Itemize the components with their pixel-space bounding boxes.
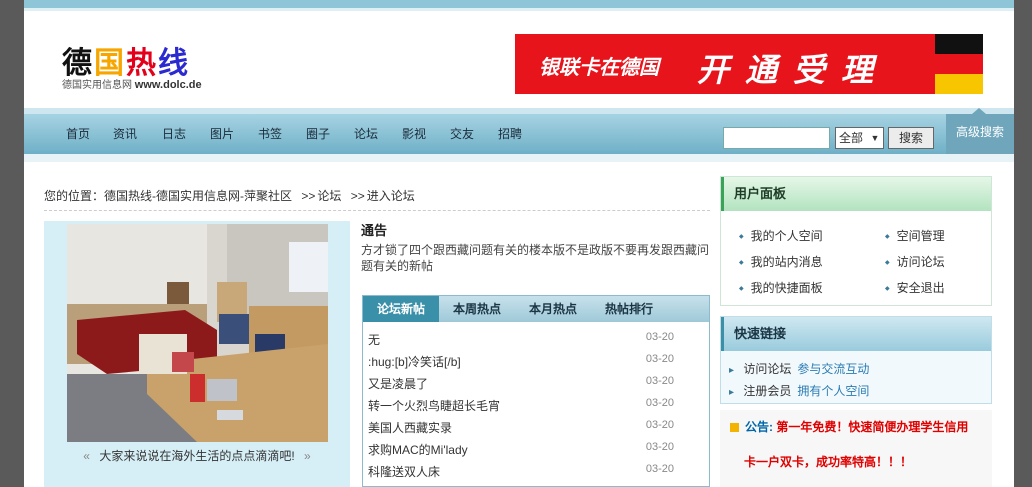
quick-links-panel: 快速链接 访问论坛参与交流互动 注册会员拥有个人空间 <box>720 316 992 404</box>
nav-item-friends[interactable]: 交友 <box>450 125 474 142</box>
tab-hot-ranking[interactable]: 热帖排行 <box>591 296 667 322</box>
search-input[interactable] <box>723 127 830 149</box>
logo-tagline: 德国实用信息网 www.dolc.de <box>62 76 202 91</box>
quick-link-row[interactable]: 访问论坛参与交流互动 <box>729 360 869 377</box>
announcement-line-1: 公告: 第一年免费！快速简便办理学生信用 <box>730 418 968 435</box>
quick-link-label[interactable]: 访问论坛 <box>743 362 791 376</box>
post-row[interactable]: 转一个火烈鸟睫超长毛宵 03-20 <box>368 397 704 419</box>
page: 德国热线 德国实用信息网 www.dolc.de 银联卡在德国 开通受理 首页 … <box>24 0 1014 487</box>
banner-right-text: 开通受理 <box>697 52 890 88</box>
breadcrumb-site-link[interactable]: 德国热线-德国实用信息网-萍聚社区 <box>104 189 292 203</box>
slideshow-caption-text[interactable]: 大家来说说在海外生活的点点滴滴吧! <box>99 449 294 463</box>
post-row[interactable]: 无 03-20 <box>368 331 704 353</box>
post-row[interactable]: :hug:[b]冷笑话[/b] 03-20 <box>368 353 704 375</box>
announcement-bullet-icon <box>730 423 739 433</box>
announcement-box[interactable]: 公告: 第一年免费！快速简便办理学生信用 卡一户双卡，成功率特高！！！ <box>720 410 992 487</box>
post-title[interactable]: 美国人西藏实录 <box>368 421 452 435</box>
notch-decoration <box>972 108 986 114</box>
breadcrumb-enter-forum[interactable]: 进入论坛 <box>367 189 415 203</box>
nav-item-home[interactable]: 首页 <box>66 125 90 142</box>
post-date: 03-20 <box>645 463 674 475</box>
breadcrumb-separator: >> <box>350 189 365 203</box>
forum-tab-bar: 论坛新帖 本周热点 本月热点 热帖排行 <box>363 296 709 322</box>
post-row[interactable]: 科隆送双人床 03-20 <box>368 463 704 485</box>
post-title[interactable]: 求购MAC的Mi'lady <box>368 443 468 457</box>
announcement-text-1[interactable]: 第一年免费！快速简便办理学生信用 <box>776 420 968 434</box>
slideshow-prev-button[interactable]: « <box>83 449 90 463</box>
nav-item-blog[interactable]: 日志 <box>162 125 186 142</box>
link-quick-panel[interactable]: 我的快捷面板 <box>739 279 823 296</box>
post-date: 03-20 <box>645 441 674 453</box>
post-row[interactable]: 又是凌晨了 03-20 <box>368 375 704 397</box>
breadcrumb-prefix: 您的位置： <box>44 189 105 203</box>
search-scope-value: 全部 <box>839 131 864 145</box>
chevron-down-icon: ▼ <box>870 133 880 143</box>
nav-item-news[interactable]: 资讯 <box>113 125 137 142</box>
main-nav: 首页 资讯 日志 图片 书签 圈子 论坛 影视 交友 招聘 全部 ▼ 搜索 高级… <box>24 108 1014 154</box>
banner-left-text: 银联卡在德国 <box>539 57 659 79</box>
post-title[interactable]: :hug:[b]冷笑话[/b] <box>368 355 461 369</box>
post-date: 03-20 <box>645 375 674 387</box>
nav-item-jobs[interactable]: 招聘 <box>498 125 522 142</box>
nav-item-video[interactable]: 影视 <box>402 125 426 142</box>
nav-item-forum[interactable]: 论坛 <box>354 125 378 142</box>
slideshow-caption: « 大家来说说在海外生活的点点滴滴吧! » <box>44 447 350 464</box>
link-logout[interactable]: 安全退出 <box>885 279 945 296</box>
post-date: 03-20 <box>645 419 674 431</box>
post-date: 03-20 <box>645 397 674 409</box>
post-title[interactable]: 转一个火烈鸟睫超长毛宵 <box>368 399 500 413</box>
post-title[interactable]: 无 <box>368 333 380 347</box>
breadcrumb-separator: >> <box>301 189 316 203</box>
tab-weekly-hot[interactable]: 本周热点 <box>439 296 515 322</box>
top-stripe-light <box>24 8 1014 11</box>
breadcrumb-forum-link[interactable]: 论坛 <box>317 189 341 203</box>
tab-new-posts[interactable]: 论坛新帖 <box>363 296 439 322</box>
search-scope-select[interactable]: 全部 ▼ <box>835 127 884 149</box>
link-my-messages[interactable]: 我的站内消息 <box>739 253 823 270</box>
nav-item-circles[interactable]: 圈子 <box>306 125 330 142</box>
quick-link-label[interactable]: 注册会员 <box>743 384 791 398</box>
nav-item-pictures[interactable]: 图片 <box>210 125 234 142</box>
german-flag-icon <box>935 34 983 94</box>
link-my-space[interactable]: 我的个人空间 <box>739 227 823 244</box>
post-date: 03-20 <box>645 331 674 343</box>
post-title[interactable]: 科隆送双人床 <box>368 465 440 479</box>
user-panel: 用户面板 我的个人空间 空间管理 我的站内消息 访问论坛 我的快捷面板 安全退出 <box>720 176 992 306</box>
nav-subband <box>24 154 1014 162</box>
notice-body[interactable]: 方才锁了四个跟西藏问题有关的楼本版不是政版不要再发跟西藏问题有关的新帖 <box>361 242 713 274</box>
quick-links-title: 快速链接 <box>721 317 991 351</box>
nav-item-bookmarks[interactable]: 书签 <box>258 125 282 142</box>
forum-posts-panel: 论坛新帖 本周热点 本月热点 热帖排行 无 03-20 :hug:[b]冷笑话[/… <box>362 295 710 487</box>
advanced-search-link[interactable]: 高级搜索 <box>946 108 1014 154</box>
logo-domain: www.dolc.de <box>134 79 202 91</box>
quick-link-sub[interactable]: 参与交流互动 <box>797 362 869 376</box>
link-visit-forum[interactable]: 访问论坛 <box>885 253 945 270</box>
ad-banner[interactable]: 银联卡在德国 开通受理 <box>515 34 983 94</box>
breadcrumb: 您的位置：德国热线-德国实用信息网-萍聚社区 >> 论坛 >> 进入论坛 <box>44 187 710 211</box>
quick-link-sub[interactable]: 拥有个人空间 <box>797 384 869 398</box>
post-title[interactable]: 又是凌晨了 <box>368 377 428 391</box>
slideshow-next-button[interactable]: » <box>304 449 311 463</box>
photo-slideshow: « 大家来说说在海外生活的点点滴滴吧! » <box>44 221 350 487</box>
advanced-search-label: 高级搜索 <box>955 125 1004 139</box>
post-row[interactable]: 美国人西藏实录 03-20 <box>368 419 704 441</box>
logo-tagline-text: 德国实用信息网 <box>62 80 132 91</box>
search-button[interactable]: 搜索 <box>888 127 934 149</box>
post-date: 03-20 <box>645 353 674 365</box>
notice-title: 通告 <box>361 223 388 238</box>
announcement-line-2[interactable]: 卡一户双卡，成功率特高！！！ <box>744 453 912 470</box>
tab-monthly-hot[interactable]: 本月热点 <box>515 296 591 322</box>
quick-link-row[interactable]: 注册会员拥有个人空间 <box>729 382 869 399</box>
announcement-label: 公告: <box>745 420 773 434</box>
user-panel-title: 用户面板 <box>721 177 991 211</box>
top-stripe <box>24 0 1014 8</box>
slideshow-photo[interactable] <box>67 224 328 442</box>
link-space-admin[interactable]: 空间管理 <box>885 227 945 244</box>
post-row[interactable]: 求购MAC的Mi'lady 03-20 <box>368 441 704 463</box>
